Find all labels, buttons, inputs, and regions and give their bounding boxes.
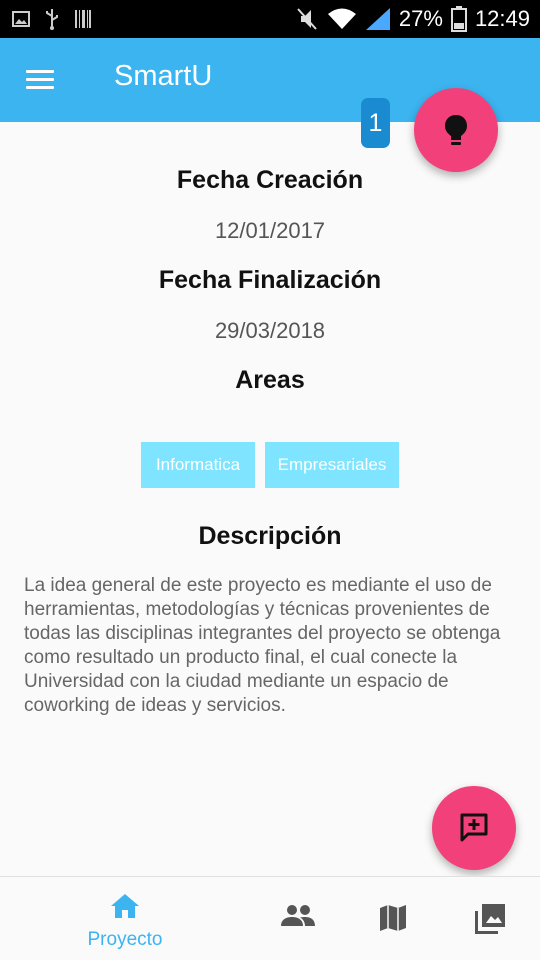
menu-icon: [26, 70, 54, 73]
battery-percent: 27%: [398, 6, 443, 31]
map-icon: [380, 905, 406, 931]
battery-icon: [450, 6, 467, 32]
area-chip-empresariales[interactable]: Empresariales: [265, 442, 399, 488]
status-left: [12, 6, 92, 32]
areas-label: Areas: [235, 366, 305, 394]
lightbulb-icon: [445, 115, 467, 145]
nav-item-gallery[interactable]: [474, 877, 510, 960]
description-text: La idea general de este proyecto es medi…: [24, 575, 501, 716]
clock: 12:49: [474, 6, 530, 31]
nav-label-proyecto: Proyecto: [87, 929, 163, 950]
usb-icon: [46, 9, 58, 30]
notification-badge[interactable]: 1: [361, 98, 390, 148]
status-bar: 27% 12:49: [0, 0, 540, 38]
status-right: 27% 12:49: [295, 4, 530, 34]
home-icon: [111, 894, 139, 918]
description-label: Descripción: [198, 522, 342, 550]
end-date-label: Fecha Finalización: [158, 266, 382, 294]
bottom-navigation: Proyecto: [0, 876, 540, 960]
nav-item-map[interactable]: [378, 877, 414, 960]
creation-date-label: Fecha Creación: [176, 166, 364, 194]
barcode-icon: [75, 10, 91, 28]
add-comment-fab-button[interactable]: [432, 786, 516, 870]
area-chip-informatica[interactable]: Informatica: [141, 442, 255, 488]
areas-chips: Informatica Empresariales: [0, 442, 540, 488]
idea-fab-button[interactable]: [414, 88, 498, 172]
nav-item-proyecto[interactable]: Proyecto: [70, 877, 180, 960]
wifi-icon: [327, 8, 356, 29]
people-icon: [281, 905, 315, 926]
add-comment-icon: [460, 813, 488, 842]
signal-icon: [365, 8, 390, 30]
nav-item-members[interactable]: [280, 877, 320, 960]
image-icon: [12, 11, 30, 27]
app-title: SmartU: [114, 60, 213, 92]
gallery-icon: [475, 904, 505, 934]
mute-icon: [297, 8, 317, 30]
menu-button[interactable]: [22, 64, 62, 96]
creation-date-value: 12/01/2017: [214, 218, 326, 243]
end-date-value: 29/03/2018: [214, 318, 326, 343]
